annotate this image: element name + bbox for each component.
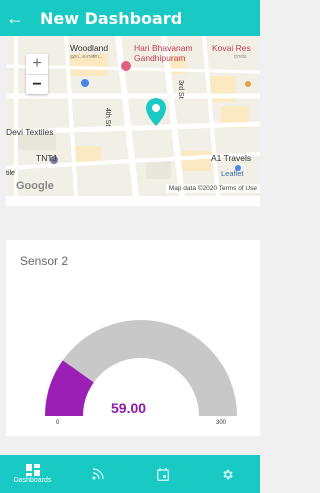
nav-item-dashboards[interactable]: Dashboards — [0, 455, 65, 493]
back-arrow-icon[interactable]: ← — [0, 0, 30, 36]
nav-label: Dashboards — [13, 477, 52, 484]
map-label: 3rd St — [177, 80, 184, 99]
map-label: Devi Textiles — [6, 127, 54, 137]
map-card: Woodland ஹட்லாண்ட் Hari Bhavanam Gandhip… — [6, 36, 260, 206]
map-label: Leaflet — [221, 169, 244, 178]
zoom-in-button[interactable]: + — [26, 54, 48, 74]
zoom-out-button[interactable]: − — [26, 74, 48, 94]
map-label: Kovai Res — [212, 43, 251, 53]
gauge-max-label: 300 — [216, 420, 227, 426]
map-zoom-control: + − — [26, 54, 48, 94]
page-title: New Dashboard — [40, 8, 183, 28]
map-label: ஹட்லாண்ட் — [70, 54, 103, 60]
google-logo: Google — [16, 180, 54, 192]
app-bar: ← New Dashboard — [0, 0, 260, 36]
rss-feed-icon — [91, 468, 104, 480]
dashboard-icon — [25, 464, 40, 476]
map-label: A1 Travels — [211, 153, 252, 163]
nav-item-feed[interactable] — [65, 455, 130, 493]
map-label: Hari Bhavanam — [134, 43, 193, 53]
gauge-value: 59.00 — [111, 400, 147, 416]
calendar-icon — [156, 467, 169, 481]
map-attribution[interactable]: Map data ©2020 Terms of Use — [165, 184, 260, 193]
sensor-card: Sensor 2 59.00 0 300 — [6, 240, 260, 436]
nav-item-calendar[interactable] — [130, 455, 195, 493]
map-label: TNTJ — [36, 153, 57, 163]
map-label: ராஸ் — [234, 54, 247, 60]
map-view[interactable]: Woodland ஹட்லாண்ட் Hari Bhavanam Gandhip… — [6, 36, 260, 196]
map-label: tile — [6, 170, 15, 177]
bottom-nav: Dashboards — [0, 455, 260, 493]
nav-item-settings[interactable] — [195, 455, 260, 493]
map-label: Woodland — [70, 43, 109, 53]
map-label: 4th St — [104, 108, 111, 127]
gauge-min-label: 0 — [56, 420, 60, 426]
settings-gear-icon — [223, 469, 233, 479]
map-label: Gandhipuram — [134, 53, 186, 63]
